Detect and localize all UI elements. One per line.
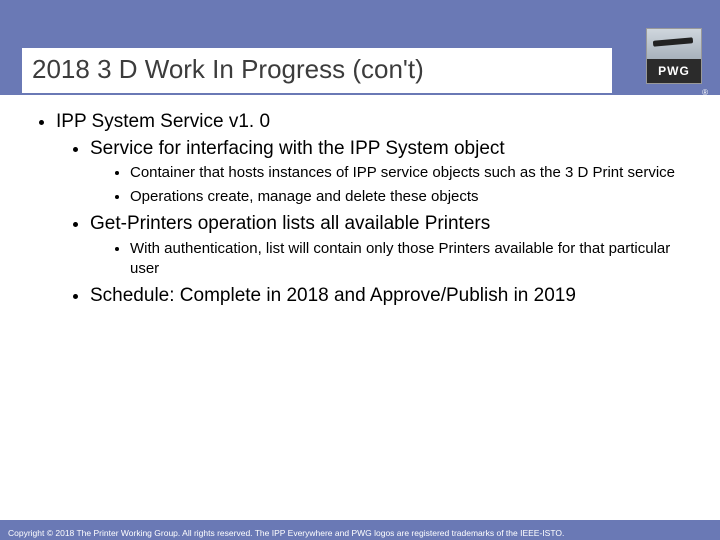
pwg-logo: PWG	[646, 28, 702, 84]
bullet-text: Get-Printers operation lists all availab…	[90, 213, 490, 234]
bullet-l3: With authentication, list will contain o…	[130, 239, 690, 278]
content-area: IPP System Service v1. 0 Service for int…	[30, 110, 690, 313]
trademark-symbol: ®	[702, 88, 708, 97]
logo-label: PWG	[647, 59, 701, 83]
bullet-text: Schedule: Complete in 2018 and Approve/P…	[90, 285, 576, 306]
bullet-text: With authentication, list will contain o…	[130, 240, 670, 277]
slide-title: 2018 3 D Work In Progress (con't)	[22, 48, 612, 93]
footer-copyright: Copyright © 2018 The Printer Working Gro…	[8, 528, 564, 538]
bullet-l2: Get-Printers operation lists all availab…	[90, 212, 690, 278]
slide: 2018 3 D Work In Progress (con't) PWG ® …	[0, 0, 720, 540]
bullet-l3: Operations create, manage and delete the…	[130, 187, 690, 207]
bullet-l2: Service for interfacing with the IPP Sys…	[90, 137, 690, 207]
printer-icon	[647, 29, 701, 59]
bullet-l2: Schedule: Complete in 2018 and Approve/P…	[90, 284, 690, 309]
bullet-l3: Container that hosts instances of IPP se…	[130, 163, 690, 183]
bullet-l1: IPP System Service v1. 0 Service for int…	[56, 110, 690, 309]
footer-band: Copyright © 2018 The Printer Working Gro…	[0, 520, 720, 540]
bullet-text: IPP System Service v1. 0	[56, 111, 270, 132]
bullet-text: Container that hosts instances of IPP se…	[130, 164, 675, 181]
bullet-text: Operations create, manage and delete the…	[130, 188, 479, 205]
bullet-text: Service for interfacing with the IPP Sys…	[90, 138, 505, 159]
